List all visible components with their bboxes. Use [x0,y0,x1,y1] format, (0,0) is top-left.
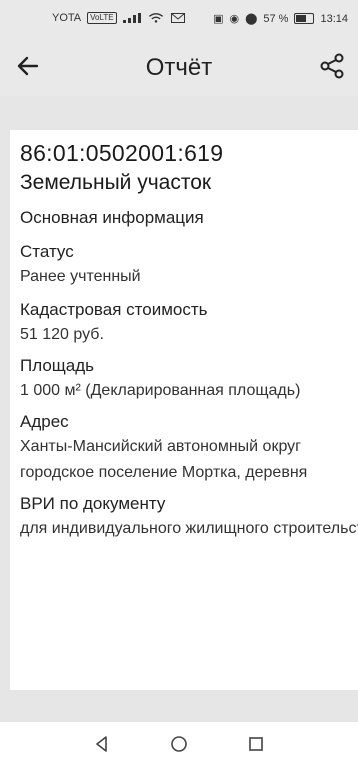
circle-home-icon[interactable] [169,734,189,754]
address-label: Адрес [20,412,69,431]
vri-value: для индивидуального жилищного строительс… [20,520,358,537]
battery-icon [294,13,315,24]
report-content: 86:01:0502001:619 Земельный участок Осно… [0,96,358,722]
status-bar: YOTA VoLTE ▣ ◉ ⬤ 57 % 13:14 [0,0,358,36]
status-label: Статус [20,242,74,261]
address-line-1: Ханты-Мансийский автономный округ [20,438,301,455]
signal-icon [122,13,141,23]
cost-value: 51 120 руб. [20,326,104,343]
wifi-icon [148,13,163,23]
address-line-2: городское поселение Мортка, деревня [20,464,308,481]
section-title: Основная информация [20,208,204,227]
system-nav-bar [0,722,358,767]
carrier-name: YOTA [52,12,82,24]
battery-percent: 57 % [263,12,289,25]
share-icon[interactable] [318,52,346,80]
area-value: 1 000 м² (Декларированная площадь) [20,382,301,399]
nfc-icon: ▣ [213,13,224,25]
report-card: 86:01:0502001:619 Земельный участок Осно… [10,130,358,690]
object-type: Земельный участок [20,171,212,194]
app-bar: Отчёт [0,36,358,97]
mute-icon: ◉ [229,13,240,25]
cadastral-number: 86:01:0502001:619 [20,140,224,166]
mail-icon [170,13,185,23]
area-label: Площадь [20,356,95,375]
volte-tag: VoLTE [87,12,117,24]
triangle-back-icon[interactable] [92,734,112,754]
page-title: Отчёт [145,54,213,81]
square-recent-icon[interactable] [246,734,266,754]
location-icon: ⬤ [245,13,258,25]
vri-label: ВРИ по документу [20,494,166,513]
cost-label: Кадастровая стоимость [20,300,208,319]
clock: 13:14 [320,12,348,25]
status-value: Ранее учтенный [20,268,141,285]
